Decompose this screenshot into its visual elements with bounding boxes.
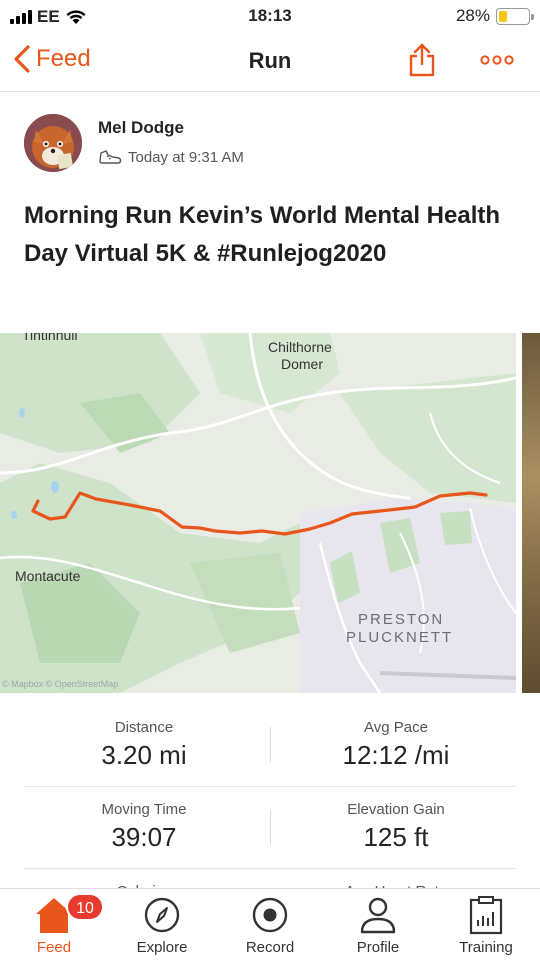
tab-label: Record xyxy=(245,939,295,956)
more-button[interactable] xyxy=(480,48,514,77)
shoe-icon xyxy=(99,150,122,164)
page-title: Run xyxy=(248,48,292,73)
avatar[interactable] xyxy=(24,114,82,172)
activity-meta: Today at 9:31 AM xyxy=(98,148,244,166)
tab-bar: 10 Feed Explore Record Profile Training xyxy=(0,888,540,960)
battery-icon xyxy=(496,8,534,25)
stat-moving-time: Moving Time 39:07 xyxy=(24,801,264,853)
stat-divider xyxy=(270,809,271,845)
tab-profile[interactable]: Profile xyxy=(324,889,432,960)
map-label-chilthorne: Chilthorne xyxy=(268,339,332,355)
activity-title: Morning Run Kevin’s World Mental Health … xyxy=(24,202,501,267)
map-attribution[interactable]: © Mapbox © OpenStreetMap xyxy=(2,679,118,689)
athlete-name[interactable]: Mel Dodge xyxy=(98,118,184,138)
share-button[interactable] xyxy=(408,42,436,83)
stat-value: 125 ft xyxy=(363,822,429,852)
clipboard-chart-icon xyxy=(469,896,503,935)
tab-explore[interactable]: Explore xyxy=(108,889,216,960)
route-map[interactable]: Tintinhull Chilthorne Domer Montacute PR… xyxy=(0,333,516,693)
stat-divider xyxy=(270,727,271,763)
tab-feed[interactable]: 10 Feed xyxy=(0,889,108,960)
map-label-montacute: Montacute xyxy=(15,568,81,584)
tab-label: Feed xyxy=(36,939,72,956)
stat-value: 39:07 xyxy=(111,822,177,852)
tab-label: Training xyxy=(459,939,513,956)
share-icon xyxy=(409,43,435,77)
photo-thumbnail[interactable] xyxy=(522,333,540,693)
map-label-preston: PRESTON xyxy=(358,611,445,628)
stat-value: 12:12 /mi xyxy=(342,740,450,770)
stat-label: Elevation Gain xyxy=(347,801,445,818)
status-bar: EE 18:13 28% xyxy=(0,0,540,34)
stat-label: Avg Pace xyxy=(364,719,428,736)
stat-label: Moving Time xyxy=(101,801,187,818)
notification-badge: 10 xyxy=(66,893,104,921)
more-icon xyxy=(480,55,514,65)
stat-value: 3.20 mi xyxy=(101,740,187,770)
record-icon xyxy=(252,897,288,933)
stat-distance: Distance 3.20 mi xyxy=(24,719,264,771)
map-label-tintinhull: Tintinhull xyxy=(22,333,78,343)
navigation-bar: Feed Run xyxy=(0,34,540,92)
map-label-plucknett: PLUCKNETT xyxy=(346,629,454,646)
stat-label: Distance xyxy=(114,719,174,736)
compass-icon xyxy=(144,897,180,933)
stat-elevation-gain: Elevation Gain 125 ft xyxy=(276,801,516,853)
map-label-domer: Domer xyxy=(281,356,324,372)
person-icon xyxy=(360,897,396,934)
tab-label: Explore xyxy=(136,939,188,956)
activity-timestamp: Today at 9:31 AM xyxy=(128,148,244,166)
tab-training[interactable]: Training xyxy=(432,889,540,960)
tab-record[interactable]: Record xyxy=(216,889,324,960)
battery-percent: 28% xyxy=(455,6,490,25)
activity-stats: Distance 3.20 mi Avg Pace 12:12 /mi Movi… xyxy=(24,705,516,899)
stats-row: Moving Time 39:07 Elevation Gain 125 ft xyxy=(24,787,516,869)
stats-row: Distance 3.20 mi Avg Pace 12:12 /mi xyxy=(24,705,516,787)
stat-avg-pace: Avg Pace 12:12 /mi xyxy=(276,719,516,771)
tab-label: Profile xyxy=(356,939,400,956)
fox-avatar-icon xyxy=(24,114,82,172)
